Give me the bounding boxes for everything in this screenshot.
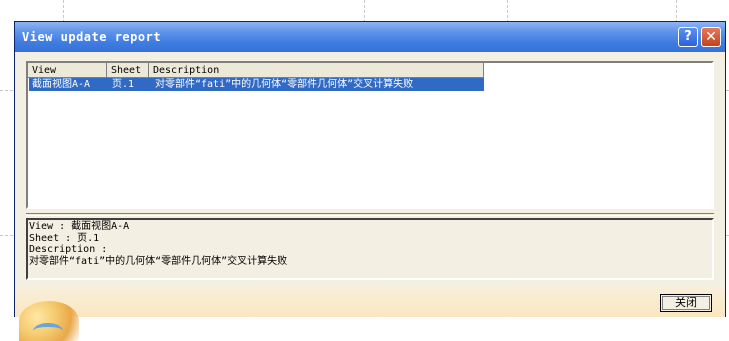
column-header-description[interactable]: Description	[149, 63, 484, 78]
dialog-title: View update report	[22, 30, 162, 44]
help-icon[interactable]: ?	[678, 27, 698, 47]
column-header-sheet[interactable]: Sheet	[107, 63, 149, 78]
detail-description-label: Description :	[29, 244, 108, 255]
splitter[interactable]	[26, 213, 714, 216]
title-bar[interactable]: View update report ? ✕	[15, 22, 725, 52]
report-list[interactable]: View Sheet Description 截面视图A-A 页.1 对零部件“…	[26, 61, 714, 209]
detail-panel: View : 截面视图A-A Sheet : 页.1 Description :…	[26, 218, 714, 280]
logo-swoosh	[33, 323, 63, 339]
detail-description-text: 对零部件“fati”中的几何体“零部件几何体”交叉计算失败	[29, 255, 288, 267]
close-icon[interactable]: ✕	[701, 27, 721, 47]
list-header: View Sheet Description	[28, 63, 712, 78]
close-button[interactable]: 关闭	[660, 294, 712, 312]
app-logo	[19, 301, 79, 341]
cell-description: 对零部件“fati”中的几何体“零部件几何体”交叉计算失败	[155, 79, 414, 90]
cell-sheet: 页.1	[112, 79, 135, 90]
column-header-view[interactable]: View	[28, 63, 107, 78]
cell-view: 截面视图A-A	[32, 79, 91, 90]
list-item[interactable]: 截面视图A-A 页.1 对零部件“fati”中的几何体“零部件几何体”交叉计算失…	[29, 78, 484, 91]
detail-view-line: View : 截面视图A-A	[29, 221, 130, 232]
footer: 关闭	[15, 285, 725, 341]
view-update-report-dialog: View update report ? ✕ View Sheet Descri…	[14, 21, 726, 341]
detail-sheet-line: Sheet : 页.1	[29, 232, 100, 244]
